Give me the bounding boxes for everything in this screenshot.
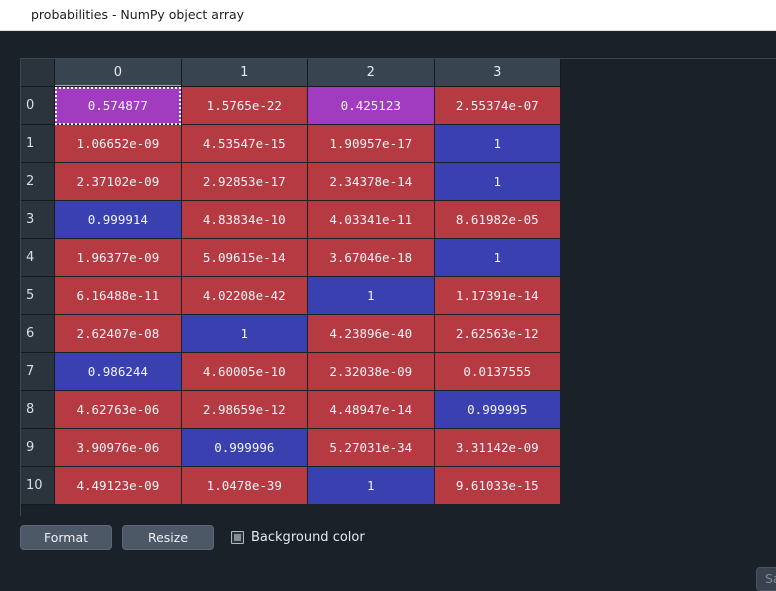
dialog-body: 0 1 2 3 0 0.574877 1.5765e-22 0.425123 2.553…	[0, 31, 776, 591]
cell-r3-c0[interactable]: 0.999914	[54, 200, 182, 239]
table-row: 1 1.06652e-09 4.53547e-15 1.90957e-17 1	[21, 124, 562, 163]
cell-r2-c3[interactable]: 1	[434, 162, 562, 201]
column-header-2[interactable]: 2	[307, 59, 435, 87]
cell-r6-c1[interactable]: 1	[181, 314, 309, 353]
row-header-3[interactable]: 3	[21, 200, 56, 239]
row-header-2[interactable]: 2	[21, 162, 56, 201]
bottom-toolbar: Format Resize Background color	[20, 525, 365, 550]
row-header-9[interactable]: 9	[21, 428, 56, 467]
array-table: 0 1 2 3 0 0.574877 1.5765e-22 0.425123 2.553…	[21, 59, 562, 505]
title-bar: probabilities - NumPy object array	[0, 0, 776, 31]
column-header-3[interactable]: 3	[434, 59, 562, 87]
cell-r10-c2[interactable]: 1	[307, 466, 435, 505]
table-row: 3 0.999914 4.83834e-10 4.03341e-11 8.61982e-…	[21, 200, 562, 239]
row-header-8[interactable]: 8	[21, 390, 56, 429]
row-header-1[interactable]: 1	[21, 124, 56, 163]
cell-r9-c3[interactable]: 3.31142e-09	[434, 428, 562, 467]
cell-r3-c2[interactable]: 4.03341e-11	[307, 200, 435, 239]
cell-r7-c2[interactable]: 2.32038e-09	[307, 352, 435, 391]
cell-r4-c3[interactable]: 1	[434, 238, 562, 277]
cell-r9-c0[interactable]: 3.90976e-06	[54, 428, 182, 467]
cell-r5-c2[interactable]: 1	[307, 276, 435, 315]
cell-r7-c0[interactable]: 0.986244	[54, 352, 182, 391]
cell-r6-c0[interactable]: 2.62407e-08	[54, 314, 182, 353]
table-body: 0 0.574877 1.5765e-22 0.425123 2.55374e-07 1 1…	[21, 86, 562, 505]
background-color-label: Background color	[251, 530, 365, 545]
window-title: probabilities - NumPy object array	[31, 7, 245, 22]
resize-button[interactable]: Resize	[122, 525, 214, 550]
cell-r4-c1[interactable]: 5.09615e-14	[181, 238, 309, 277]
cell-r7-c3[interactable]: 0.0137555	[434, 352, 562, 391]
cell-r10-c3[interactable]: 9.61033e-15	[434, 466, 562, 505]
cell-r1-c0[interactable]: 1.06652e-09	[54, 124, 182, 163]
table-row: 10 4.49123e-09 1.0478e-39 1 9.61033e-15	[21, 466, 562, 505]
cell-r0-c0[interactable]: 0.574877	[54, 86, 182, 125]
cell-r5-c0[interactable]: 6.16488e-11	[54, 276, 182, 315]
row-header-10[interactable]: 10	[21, 466, 56, 505]
cell-r4-c2[interactable]: 3.67046e-18	[307, 238, 435, 277]
background-color-checkbox[interactable]	[231, 531, 244, 544]
table-row: 6 2.62407e-08 1 4.23896e-40 2.62563e-12	[21, 314, 562, 353]
cell-r3-c3[interactable]: 8.61982e-05	[434, 200, 562, 239]
cell-r7-c1[interactable]: 4.60005e-10	[181, 352, 309, 391]
cell-r3-c1[interactable]: 4.83834e-10	[181, 200, 309, 239]
column-header-1[interactable]: 1	[181, 59, 309, 87]
cell-r8-c2[interactable]: 4.48947e-14	[307, 390, 435, 429]
cell-r8-c1[interactable]: 2.98659e-12	[181, 390, 309, 429]
save-button[interactable]: Sav	[756, 567, 776, 591]
format-button[interactable]: Format	[20, 525, 112, 550]
column-header-0[interactable]: 0	[54, 59, 182, 87]
cell-r2-c0[interactable]: 2.37102e-09	[54, 162, 182, 201]
cell-r0-c1[interactable]: 1.5765e-22	[181, 86, 309, 125]
cell-r0-c2[interactable]: 0.425123	[307, 86, 435, 125]
cell-r2-c1[interactable]: 2.92853e-17	[181, 162, 309, 201]
cell-r5-c3[interactable]: 1.17391e-14	[434, 276, 562, 315]
cell-r9-c2[interactable]: 5.27031e-34	[307, 428, 435, 467]
array-table-viewport[interactable]: 0 1 2 3 0 0.574877 1.5765e-22 0.425123 2.553…	[20, 58, 776, 516]
table-row: 2 2.37102e-09 2.92853e-17 2.34378e-14 1	[21, 162, 562, 201]
row-header-5[interactable]: 5	[21, 276, 56, 315]
row-header-7[interactable]: 7	[21, 352, 56, 391]
cell-r8-c3[interactable]: 0.999995	[434, 390, 562, 429]
table-corner-cell	[21, 59, 56, 87]
row-header-6[interactable]: 6	[21, 314, 56, 353]
cell-r4-c0[interactable]: 1.96377e-09	[54, 238, 182, 277]
cell-r1-c1[interactable]: 4.53547e-15	[181, 124, 309, 163]
cell-r9-c1[interactable]: 0.999996	[181, 428, 309, 467]
cell-r0-c3[interactable]: 2.55374e-07	[434, 86, 562, 125]
table-row: 4 1.96377e-09 5.09615e-14 3.67046e-18 1	[21, 238, 562, 277]
cell-r6-c3[interactable]: 2.62563e-12	[434, 314, 562, 353]
cell-r1-c3[interactable]: 1	[434, 124, 562, 163]
cell-r8-c0[interactable]: 4.62763e-06	[54, 390, 182, 429]
cell-r1-c2[interactable]: 1.90957e-17	[307, 124, 435, 163]
table-row: 7 0.986244 4.60005e-10 2.32038e-09 0.0137555	[21, 352, 562, 391]
cell-r10-c1[interactable]: 1.0478e-39	[181, 466, 309, 505]
row-header-0[interactable]: 0	[21, 86, 56, 125]
table-row: 8 4.62763e-06 2.98659e-12 4.48947e-14 0.9999…	[21, 390, 562, 429]
cell-r2-c2[interactable]: 2.34378e-14	[307, 162, 435, 201]
cell-r6-c2[interactable]: 4.23896e-40	[307, 314, 435, 353]
table-row: 0 0.574877 1.5765e-22 0.425123 2.55374e-07	[21, 86, 562, 125]
table-row: 5 6.16488e-11 4.02208e-42 1 1.17391e-14	[21, 276, 562, 315]
header-row: 0 1 2 3	[21, 59, 562, 87]
cell-r5-c1[interactable]: 4.02208e-42	[181, 276, 309, 315]
table-row: 9 3.90976e-06 0.999996 5.27031e-34 3.31142e-…	[21, 428, 562, 467]
table-header: 0 1 2 3	[21, 59, 562, 87]
background-color-toggle[interactable]: Background color	[231, 530, 365, 545]
cell-r10-c0[interactable]: 4.49123e-09	[54, 466, 182, 505]
row-header-4[interactable]: 4	[21, 238, 56, 277]
